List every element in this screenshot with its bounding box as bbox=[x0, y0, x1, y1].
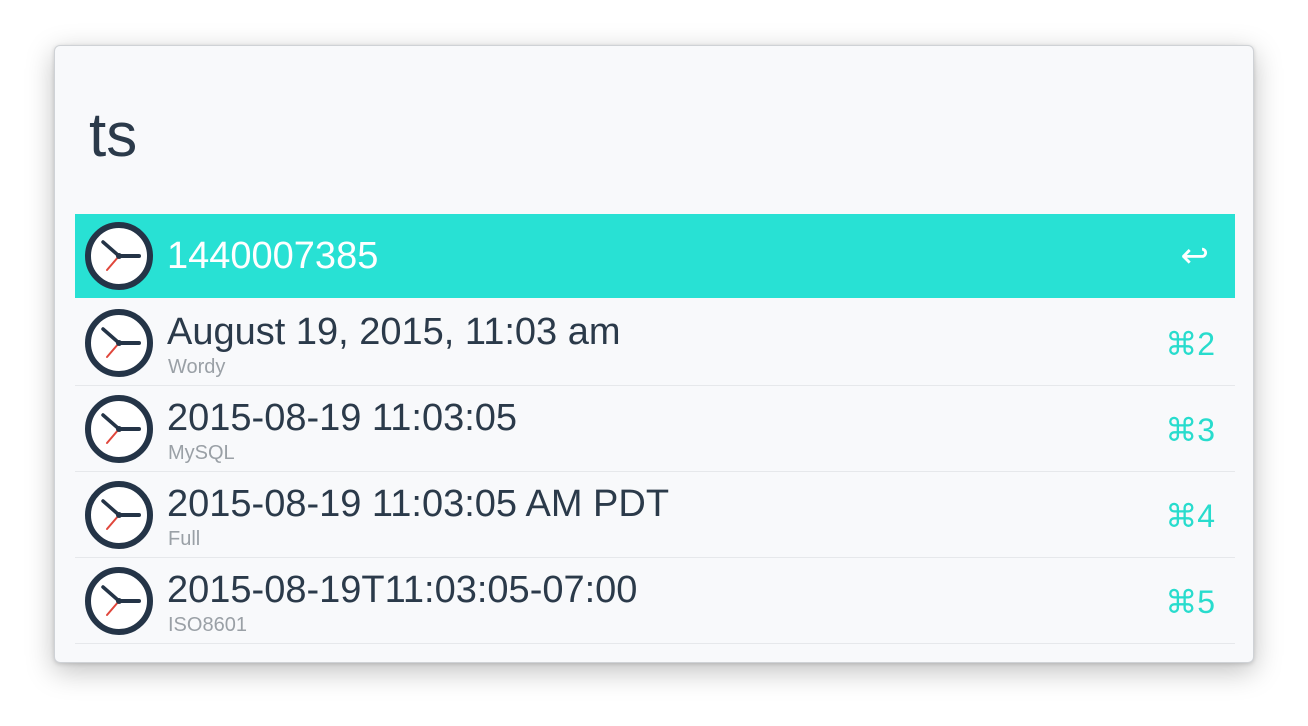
result-subtitle: ISO8601 bbox=[168, 614, 247, 636]
result-title: 2015-08-19T11:03:05-07:00 bbox=[167, 569, 638, 611]
result-row[interactable]: 2015-08-19 11:03:05 AM PDT Full ⌘4 bbox=[75, 472, 1235, 558]
clock-icon bbox=[85, 395, 153, 463]
result-row-selected[interactable]: 1440007385 ↩ bbox=[75, 214, 1235, 298]
launcher-window: 1440007385 ↩ August 19, 2015, 11:03 am W… bbox=[54, 45, 1254, 663]
result-row[interactable]: 2015-08-19T11:03:05-07:00 ISO8601 ⌘5 bbox=[75, 558, 1235, 644]
clock-icon bbox=[85, 481, 153, 549]
result-title: 1440007385 bbox=[167, 235, 379, 277]
clock-icon bbox=[85, 567, 153, 635]
result-shortcut: ⌘5 bbox=[1165, 584, 1215, 620]
search-input[interactable] bbox=[89, 96, 1189, 176]
result-row[interactable]: 2015-08-19 11:03:05 MySQL ⌘3 bbox=[75, 386, 1235, 472]
return-key-icon: ↩ bbox=[1180, 237, 1210, 275]
clock-icon bbox=[85, 309, 153, 377]
result-shortcut: ⌘4 bbox=[1165, 498, 1215, 534]
result-row[interactable]: August 19, 2015, 11:03 am Wordy ⌘2 bbox=[75, 300, 1235, 386]
clock-icon bbox=[85, 222, 153, 290]
result-title: 2015-08-19 11:03:05 bbox=[167, 397, 518, 439]
results-list: 1440007385 ↩ August 19, 2015, 11:03 am W… bbox=[75, 214, 1235, 644]
result-subtitle: Full bbox=[168, 528, 201, 550]
result-title: 2015-08-19 11:03:05 AM PDT bbox=[167, 483, 670, 525]
result-subtitle: MySQL bbox=[168, 442, 235, 464]
result-subtitle: Wordy bbox=[168, 356, 226, 378]
result-shortcut: ⌘2 bbox=[1165, 326, 1215, 362]
result-title: August 19, 2015, 11:03 am bbox=[167, 311, 621, 353]
result-shortcut: ⌘3 bbox=[1165, 412, 1215, 448]
